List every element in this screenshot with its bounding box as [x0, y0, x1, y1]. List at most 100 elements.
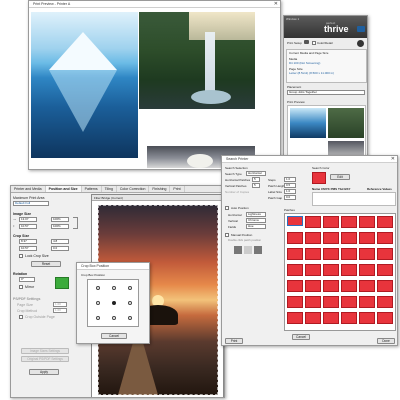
image-height-field[interactable]: 10.57 — [19, 224, 37, 229]
position-center[interactable] — [112, 301, 116, 305]
print-button[interactable]: Print — [225, 338, 243, 344]
tab-position-size[interactable]: Position and Size — [45, 186, 82, 192]
patch-swatch[interactable] — [305, 296, 321, 308]
patch-swatch[interactable] — [341, 312, 357, 324]
tab-finishing[interactable]: Finishing — [149, 186, 171, 192]
tab-print[interactable]: Print — [170, 186, 185, 192]
check-icon[interactable] — [357, 40, 364, 47]
position-bottom-left[interactable] — [96, 316, 100, 320]
patch-swatch[interactable] — [305, 312, 321, 324]
search-cancel-button[interactable]: Cancel — [292, 334, 310, 340]
patch-swatch[interactable] — [287, 264, 303, 276]
position-top-right[interactable] — [128, 286, 132, 290]
image-sizes-button[interactable]: Image Sizes Settings — [21, 348, 69, 354]
patch-swatch[interactable] — [287, 232, 303, 244]
patch-swatch[interactable] — [323, 216, 339, 228]
patch-swatch[interactable] — [305, 264, 321, 276]
patch-swatch[interactable] — [359, 296, 375, 308]
patch-swatch[interactable] — [287, 312, 303, 324]
patch-selected[interactable] — [287, 216, 303, 226]
patch-swatch[interactable] — [377, 280, 393, 292]
patch-swatch[interactable] — [323, 248, 339, 260]
patch-swatch[interactable] — [341, 296, 357, 308]
horizontal-select[interactable]: Lightness — [246, 212, 266, 217]
patch-height-field[interactable]: 0.5 — [284, 183, 296, 188]
patch-swatch[interactable] — [377, 296, 393, 308]
patch-swatch[interactable] — [305, 248, 321, 260]
apply-button[interactable]: Apply — [29, 369, 59, 375]
patch-gap-field[interactable]: 0.0 — [284, 195, 296, 200]
patch-swatch[interactable] — [323, 264, 339, 276]
search-type-select[interactable]: Horizontal — [246, 171, 266, 176]
search-close-icon[interactable]: ✕ — [391, 156, 395, 163]
tab-printer-media[interactable]: Printer and Media — [11, 186, 46, 192]
patch-swatch[interactable] — [359, 280, 375, 292]
auto-position-checkbox[interactable] — [225, 206, 229, 210]
patch-swatch[interactable] — [323, 312, 339, 324]
image-height-pct-field[interactable]: 100% — [51, 224, 69, 229]
patch-swatch[interactable] — [323, 232, 339, 244]
patch-swatch[interactable] — [377, 248, 393, 260]
reset-button[interactable]: Reset — [31, 261, 61, 267]
label-size-field[interactable]: 1.0 — [284, 189, 296, 194]
link-icon[interactable] — [73, 217, 78, 229]
image-width-field[interactable]: 13.07 — [19, 217, 37, 222]
patch-swatch[interactable] — [341, 232, 357, 244]
crop-outside-checkbox[interactable] — [19, 315, 23, 319]
crop-cancel-button[interactable]: Cancel — [101, 333, 127, 339]
done-button[interactable]: Done — [377, 338, 395, 344]
patch-swatch[interactable] — [287, 280, 303, 292]
patch-swatch[interactable] — [359, 248, 375, 260]
position-bottom-center[interactable] — [112, 316, 116, 320]
patch-swatch[interactable] — [305, 280, 321, 292]
original-settings-button[interactable]: Original PS/PDF Settings — [21, 356, 69, 362]
patch-swatch[interactable] — [359, 312, 375, 324]
patch-swatch[interactable] — [305, 216, 321, 228]
tab-tiling[interactable]: Tiling — [102, 186, 117, 192]
patch-swatch[interactable] — [359, 232, 375, 244]
patch-swatch[interactable] — [323, 280, 339, 292]
vertical-patches-field[interactable]: 5 — [252, 183, 260, 188]
position-bottom-right[interactable] — [128, 316, 132, 320]
patch-swatch[interactable] — [341, 264, 357, 276]
patch-swatch[interactable] — [377, 232, 393, 244]
page-size-small-field[interactable]: 1.00 — [53, 302, 67, 307]
patch-swatch[interactable] — [377, 216, 393, 228]
position-middle-left[interactable] — [96, 301, 100, 305]
patch-swatch[interactable] — [377, 312, 393, 324]
tab-color-correction[interactable]: Color Correction — [117, 186, 150, 192]
patch-swatch[interactable] — [341, 248, 357, 260]
rotation-select[interactable]: 0° — [19, 277, 35, 282]
patch-swatch[interactable] — [341, 280, 357, 292]
patch-swatch[interactable] — [359, 264, 375, 276]
manual-position-checkbox[interactable] — [225, 233, 229, 237]
position-top-center[interactable] — [112, 286, 116, 290]
tab-patterns[interactable]: Patterns — [82, 186, 102, 192]
lock-crop-checkbox[interactable] — [19, 254, 23, 258]
thumbnail-waterfall[interactable] — [328, 108, 364, 138]
crop-method-field[interactable]: 1.00 — [53, 308, 67, 313]
thumbnail-iceberg[interactable] — [290, 108, 326, 138]
position-middle-right[interactable] — [128, 301, 132, 305]
patch-swatch[interactable] — [287, 296, 303, 308]
horizontal-patches-field[interactable]: 5 — [252, 177, 260, 182]
placement-select[interactable]: Group Jobs Together — [287, 90, 365, 95]
patch-swatch[interactable] — [323, 296, 339, 308]
edit-color-button[interactable]: Edit — [330, 174, 350, 180]
color-detail-checkbox[interactable] — [312, 41, 316, 45]
patch-swatch[interactable] — [359, 216, 375, 228]
fields-select[interactable]: Hue — [246, 224, 266, 229]
patch-swatch[interactable] — [377, 264, 393, 276]
vertical-select[interactable]: Chroma — [246, 218, 266, 223]
position-top-left[interactable] — [96, 286, 100, 290]
image-width-pct-field[interactable]: 100% — [51, 217, 69, 222]
patch-swatch[interactable] — [341, 216, 357, 228]
crop-height-field[interactable]: 10.57 — [19, 246, 37, 251]
max-print-select[interactable]: Default Full — [13, 201, 49, 206]
patch-swatch[interactable] — [287, 248, 303, 260]
patch-swatch[interactable] — [305, 232, 321, 244]
crop-width-field[interactable]: 8.37 — [19, 239, 37, 244]
crop-y-field[interactable]: 0.0 — [51, 246, 69, 251]
steps-field[interactable]: 1.0 — [284, 177, 296, 182]
mirror-checkbox[interactable] — [19, 285, 23, 289]
